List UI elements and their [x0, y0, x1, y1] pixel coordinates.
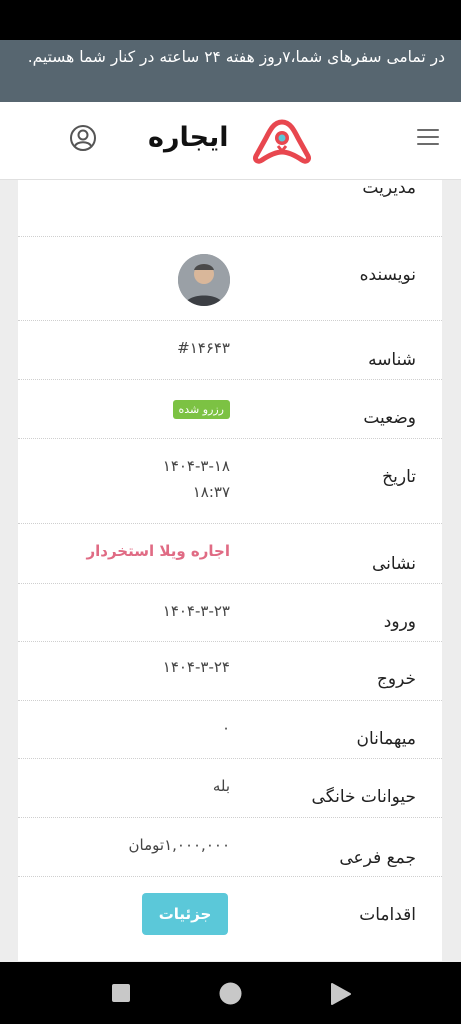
- row-management: مدیریت: [18, 180, 442, 237]
- triangle-back-icon[interactable]: [330, 982, 352, 1006]
- row-pets: حیوانات خانگی بله: [18, 759, 442, 818]
- subtotal-value: ۱,۰۰۰,۰۰۰تومان: [128, 836, 230, 854]
- row-checkout: خروج ۱۴۰۴-۳-۲۴: [18, 642, 442, 701]
- booking-details-card: مدیریت نویسنده شناسه #۱۴۶۴۳ وضعیت رزرو ش…: [18, 180, 442, 961]
- time-value: ۱۸:۳۷: [192, 483, 230, 501]
- row-checkin: ورود ۱۴۰۴-۳-۲۳: [18, 584, 442, 642]
- site-header: ایجاره: [0, 102, 461, 180]
- status-label: وضعیت: [363, 408, 416, 428]
- author-label: نویسنده: [359, 265, 416, 285]
- system-status-bar: [0, 0, 461, 40]
- row-status: وضعیت رزرو شده: [18, 380, 442, 439]
- row-guests: میهمانان ۰: [18, 701, 442, 759]
- row-actions: اقدامات جزئیات: [18, 877, 442, 961]
- checkin-label: ورود: [383, 612, 416, 632]
- id-label: شناسه: [368, 350, 416, 370]
- system-navigation-bar: [0, 962, 461, 1024]
- details-button[interactable]: جزئیات: [142, 893, 228, 935]
- date-label: تاریخ: [382, 467, 416, 487]
- actions-label: اقدامات: [359, 905, 416, 925]
- id-value: #۱۴۶۴۳: [177, 339, 230, 357]
- row-id: شناسه #۱۴۶۴۳: [18, 321, 442, 380]
- hamburger-menu-icon[interactable]: [417, 128, 439, 146]
- author-avatar: [178, 254, 230, 306]
- row-date: تاریخ ۱۴۰۴-۳-۱۸ ۱۸:۳۷: [18, 439, 442, 524]
- logo-text: ایجاره: [148, 122, 229, 153]
- checkout-label: خروج: [376, 669, 416, 689]
- row-subtotal: جمع فرعی ۱,۰۰۰,۰۰۰تومان: [18, 818, 442, 877]
- row-author: نویسنده: [18, 237, 442, 321]
- subtotal-label: جمع فرعی: [339, 848, 416, 868]
- guests-label: میهمانان: [356, 729, 416, 749]
- user-account-icon[interactable]: [69, 124, 97, 152]
- address-link[interactable]: اجاره ویلا استخردار: [87, 542, 231, 560]
- circle-home-icon[interactable]: [219, 982, 242, 1005]
- checkout-value: ۱۴۰۴-۳-۲۴: [162, 658, 230, 676]
- site-logo[interactable]: ایجاره: [148, 116, 318, 166]
- status-badge: رزرو شده: [172, 400, 230, 419]
- square-recents-icon[interactable]: [111, 983, 131, 1003]
- row-address: نشانی اجاره ویلا استخردار: [18, 524, 442, 584]
- management-label: مدیریت: [362, 180, 416, 198]
- checkin-value: ۱۴۰۴-۳-۲۳: [162, 602, 230, 620]
- date-value: ۱۴۰۴-۳-۱۸: [162, 457, 230, 475]
- avatar-image: [178, 254, 230, 306]
- announcement-text: در تمامی سفرهای شما،۷روز هفته ۲۴ ساعته د…: [27, 48, 445, 66]
- guests-value: ۰: [221, 719, 230, 737]
- announcement-banner: در تمامی سفرهای شما،۷روز هفته ۲۴ ساعته د…: [0, 40, 461, 102]
- pets-label: حیوانات خانگی: [311, 787, 416, 807]
- address-label: نشانی: [372, 554, 416, 574]
- pets-value: بله: [212, 777, 230, 795]
- logo-mark-icon: [253, 119, 311, 164]
